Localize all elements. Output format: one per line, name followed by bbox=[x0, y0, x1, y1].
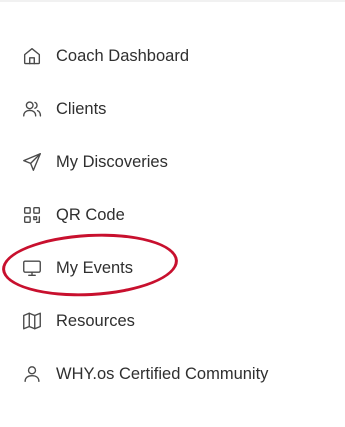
sidebar-item-label: QR Code bbox=[56, 206, 125, 224]
users-icon bbox=[20, 97, 44, 121]
sidebar-item-why-os-certified-community[interactable]: WHY.os Certified Community bbox=[20, 356, 330, 392]
send-icon bbox=[20, 150, 44, 174]
sidebar-item-label: Clients bbox=[56, 100, 107, 118]
map-icon bbox=[20, 309, 44, 333]
sidebar-item-my-discoveries[interactable]: My Discoveries bbox=[20, 144, 330, 180]
qr-code-icon bbox=[20, 203, 44, 227]
sidebar-item-label: Coach Dashboard bbox=[56, 47, 189, 65]
home-icon bbox=[20, 44, 44, 68]
sidebar-nav: Coach Dashboard Clients My Discoveries Q… bbox=[0, 0, 345, 427]
sidebar-item-label: WHY.os Certified Community bbox=[56, 365, 269, 383]
sidebar-item-label: Resources bbox=[56, 312, 135, 330]
sidebar-item-label: My Discoveries bbox=[56, 153, 168, 171]
sidebar-item-resources[interactable]: Resources bbox=[20, 303, 330, 339]
sidebar-item-my-events[interactable]: My Events bbox=[20, 250, 330, 286]
monitor-icon bbox=[20, 256, 44, 280]
sidebar-item-clients[interactable]: Clients bbox=[20, 91, 330, 127]
sidebar-item-label: My Events bbox=[56, 259, 134, 277]
user-icon bbox=[20, 362, 44, 386]
sidebar-item-qr-code[interactable]: QR Code bbox=[20, 197, 330, 233]
sidebar-item-coach-dashboard[interactable]: Coach Dashboard bbox=[20, 38, 330, 74]
